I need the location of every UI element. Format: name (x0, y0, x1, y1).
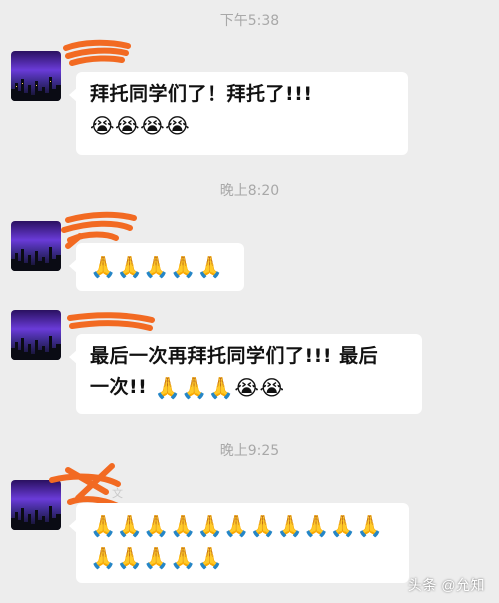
timestamp: 下午5:38 (219, 13, 280, 29)
message-bubble[interactable]: 最后一次再拜托同学们了!!! 最后 一次!! 🙏🙏🙏😭😭 (69, 334, 422, 414)
watermark: 头条 @允知 (407, 577, 485, 593)
redaction-scribble (63, 39, 131, 66)
timestamp: 晚上9:25 (219, 443, 280, 459)
city-skyline-icon (11, 336, 61, 360)
folded-hands-icon: 🙏🙏🙏🙏🙏 (90, 254, 224, 279)
city-skyline-icon (11, 77, 61, 101)
message-bubble[interactable]: 🙏🙏🙏🙏🙏🙏🙏🙏🙏🙏🙏 🙏🙏🙏🙏🙏 (69, 503, 409, 583)
timestamp: 晚上8:20 (219, 183, 280, 199)
folded-hands-icon: 🙏🙏🙏🙏🙏🙏🙏🙏🙏🙏🙏 (90, 513, 384, 538)
avatar[interactable] (11, 221, 61, 271)
crying-face-icon: 😭😭😭😭 (90, 113, 191, 138)
city-skyline-icon (11, 247, 61, 271)
avatar[interactable] (11, 310, 61, 360)
redaction-scribble (67, 312, 155, 331)
folded-hands-icon: 🙏🙏🙏🙏🙏 (90, 545, 224, 570)
message-text: 最后一次再拜托同学们了!!! 最后 (90, 345, 379, 367)
avatar[interactable] (11, 51, 61, 101)
folded-hands-icon: 🙏🙏🙏😭😭 (154, 375, 285, 400)
message-bubble[interactable]: 拜托同学们了！拜托了!!! 😭😭😭😭 (69, 72, 408, 155)
message-text: 一次!! (90, 376, 148, 398)
message-text: 拜托同学们了！拜托了!!! (90, 83, 313, 105)
message-bubble[interactable]: 🙏🙏🙏🙏🙏 (69, 243, 244, 291)
